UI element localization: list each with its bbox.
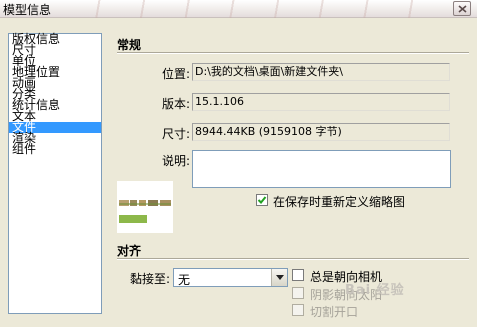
window-title: 模型信息 <box>3 3 52 17</box>
redefine-thumbnail-checkbox[interactable] <box>256 194 268 206</box>
location-field: D:\我的文档\桌面\新建文件夹\ <box>192 63 450 81</box>
description-textarea[interactable] <box>192 150 451 188</box>
dropdown-button[interactable] <box>271 269 287 286</box>
description-label: 说明: <box>161 154 190 168</box>
chevron-down-icon <box>276 275 284 280</box>
shadows-face-sun-checkbox[interactable] <box>292 287 304 299</box>
section-title-align: 对齐 <box>117 244 142 258</box>
glue-label: 黏接至: <box>129 272 170 286</box>
glue-selected-value: 无 <box>178 273 191 287</box>
section-title-general: 常规 <box>117 38 142 52</box>
title-bar-decoration <box>70 0 450 18</box>
cut-opening-checkbox[interactable] <box>292 304 304 316</box>
redefine-thumbnail-label: 在保存时重新定义缩略图 <box>273 195 406 209</box>
category-item[interactable]: 组件 <box>9 143 101 155</box>
version-field: 15.1.106 <box>192 93 450 111</box>
location-label: 位置: <box>161 67 190 81</box>
section-divider <box>117 52 469 54</box>
size-label: 尺寸: <box>161 127 190 141</box>
model-thumbnail <box>117 181 173 233</box>
watermark: Bai 经验 <box>345 283 405 298</box>
section-divider-align <box>117 258 469 260</box>
close-button[interactable] <box>453 1 471 16</box>
checkmark-icon <box>257 196 267 204</box>
cut-opening-label: 切割开口 <box>310 305 359 319</box>
size-field: 8944.44KB (9159108 字节) <box>192 123 450 141</box>
version-label: 版本: <box>161 97 190 111</box>
category-list[interactable]: 版权信息 尺寸 单位 地理位置 动画 分类 统计信息 文本 文件 渲染 组件 <box>8 33 102 314</box>
title-bar[interactable]: 模型信息 <box>0 0 477 18</box>
glue-dropdown[interactable]: 无 <box>173 268 288 287</box>
always-face-camera-checkbox[interactable] <box>292 269 304 281</box>
close-icon <box>458 5 467 13</box>
